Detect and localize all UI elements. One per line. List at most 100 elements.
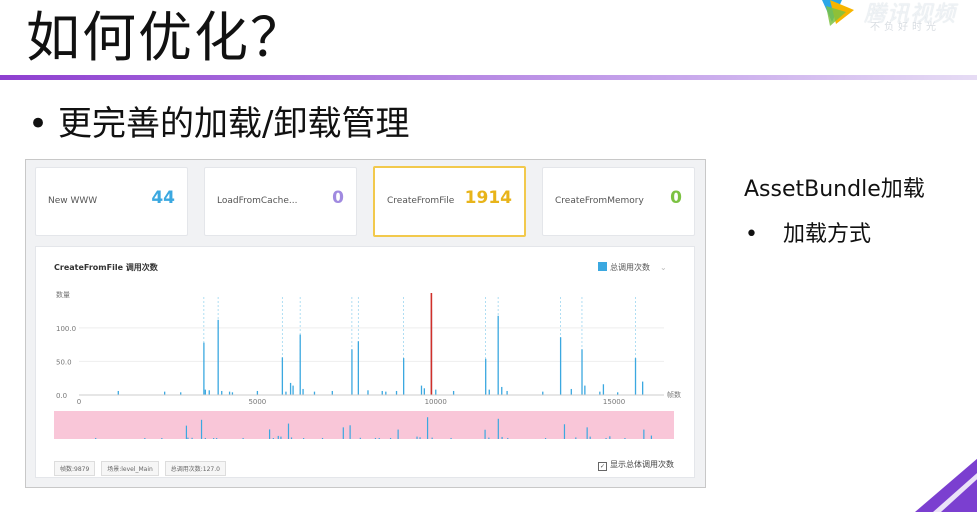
overview-bar [589, 436, 591, 439]
chart-legend[interactable]: 总调用次数 ⌄ [598, 262, 667, 273]
total-calls-tag: 总调用次数:127.0 [164, 461, 226, 476]
frame-tag: 帧数:9879 [54, 461, 96, 476]
data-bar [281, 357, 284, 395]
overview-bar [191, 437, 193, 439]
data-bar [228, 391, 231, 395]
overview-bar [575, 437, 577, 439]
tencent-video-logo: 腾讯视频 不负好时光 [812, 0, 977, 40]
overview-bar [419, 437, 421, 439]
data-bar [217, 319, 219, 395]
legend-swatch [598, 262, 607, 271]
chart-plot[interactable]: 数量 100.0 50.0 0.0 0 5000 10000 15000 帧数 [36, 277, 694, 457]
data-bar [299, 334, 301, 395]
x-axis-label: 帧数 [667, 390, 681, 399]
stat-card-create-from-memory[interactable]: CreateFromMemory 0 [542, 167, 695, 236]
stat-card-label: LoadFromCache... [217, 196, 298, 206]
show-total-label: 显示总体调用次数 [610, 460, 674, 469]
stat-card-value: 44 [151, 188, 175, 208]
overview-bar [321, 437, 324, 439]
data-bar [208, 390, 210, 395]
stat-card-value: 0 [670, 188, 682, 208]
overview-bar [242, 437, 244, 439]
overview-bar [450, 437, 452, 439]
overview-bar [397, 429, 399, 439]
overview-bar [389, 437, 392, 439]
x-tick-label: 10000 [425, 398, 447, 406]
data-bar [542, 391, 544, 395]
data-bar [501, 386, 503, 395]
data-bar [381, 390, 383, 395]
legend-label: 总调用次数 [610, 263, 650, 272]
data-bar [435, 389, 437, 395]
data-bar [204, 389, 206, 395]
data-bar [351, 349, 353, 395]
y-tick-label: 100.0 [56, 325, 76, 333]
overview-bar [378, 438, 380, 439]
show-total-checkbox[interactable]: ✓ 显示总体调用次数 [598, 459, 674, 471]
profiler-panel: New WWW 44 LoadFromCache... 0 CreateFrom… [25, 159, 706, 488]
checkbox-check-icon: ✓ [598, 462, 607, 471]
slide-title: 如何优化？ [26, 6, 306, 69]
side-heading: AssetBundle加载 [744, 177, 925, 202]
logo-slogan: 不负好时光 [870, 22, 940, 33]
overview-bar [277, 435, 279, 439]
data-bar [164, 391, 166, 395]
data-bar [292, 385, 294, 395]
chart-footer-tags: 帧数:9879 场景:level_Main 总调用次数:127.0 [54, 461, 230, 476]
stat-card-label: CreateFromFile [387, 196, 455, 206]
data-bar [385, 391, 387, 395]
overview-bar [650, 435, 653, 439]
stat-card-value: 1914 [464, 188, 512, 208]
x-tick-label: 5000 [248, 398, 266, 406]
overview-bar [643, 429, 645, 439]
chevron-down-icon: ⌄ [660, 263, 667, 272]
data-bar [599, 391, 601, 395]
data-bar [289, 382, 292, 395]
data-bar [602, 384, 605, 395]
data-bar [423, 388, 425, 395]
overview-bar [544, 438, 547, 439]
y-tick-label: 50.0 [56, 358, 72, 366]
main-bullet-text: 更完善的加载/卸载管理 [58, 104, 410, 144]
overview-bar [609, 436, 611, 439]
data-bar [506, 390, 508, 395]
overview-bar [290, 437, 293, 439]
data-bar [485, 358, 487, 395]
y-axis-label: 数量 [56, 290, 70, 299]
data-bar [420, 385, 423, 395]
data-bar [331, 390, 333, 395]
overview-bar [359, 437, 361, 439]
overview-bar [287, 423, 290, 439]
overview-bar [563, 424, 566, 439]
overview-bar [185, 425, 188, 439]
data-bar [488, 389, 490, 395]
data-bar [285, 391, 287, 395]
data-bar [256, 390, 259, 395]
overview-bar [507, 437, 509, 439]
overview-bar [416, 436, 418, 439]
overview-bar [484, 429, 486, 439]
stat-card-new-www[interactable]: New WWW 44 [35, 167, 188, 236]
main-bullet: • 更完善的加载/卸载管理 [28, 102, 409, 146]
overview-bar [426, 417, 429, 439]
overview-bar [204, 437, 206, 439]
data-bar [634, 358, 637, 395]
overview-bar [161, 438, 163, 439]
stat-card-label: CreateFromMemory [555, 196, 644, 206]
data-bar [313, 391, 316, 395]
overview-bar [431, 437, 433, 439]
data-bar [641, 381, 644, 395]
overview-bar [586, 427, 588, 439]
stat-card-create-from-file[interactable]: CreateFromFile 1914 [373, 166, 526, 237]
overview-bar [213, 438, 215, 439]
data-bar [395, 390, 398, 395]
chart-title: CreateFromFile 调用次数 [54, 263, 158, 272]
bullet-glyph: • [745, 222, 758, 247]
overview-bar [488, 437, 490, 439]
overview-bar [497, 418, 499, 439]
stat-card-value: 0 [332, 188, 344, 208]
data-bar [357, 341, 360, 395]
call-count-chart: CreateFromFile 调用次数 总调用次数 ⌄ 数量 100.0 50.0 0.… [35, 246, 695, 478]
stat-card-load-from-cache[interactable]: LoadFromCache... 0 [204, 167, 357, 236]
x-tick-label: 15000 [603, 398, 625, 406]
